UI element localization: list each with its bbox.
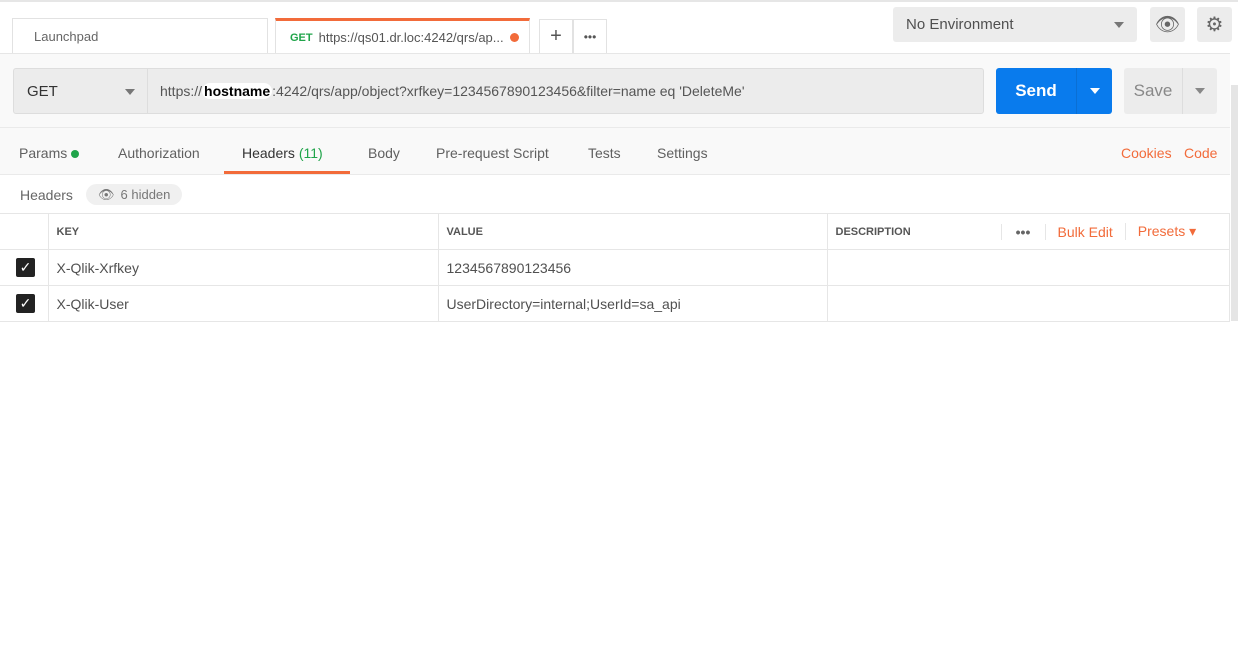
checkmark-icon: ✓ [16, 294, 35, 313]
more-icon: ••• [583, 29, 597, 44]
table-row: ✓ X-Qlik-User UserDirectory=internal;Use… [0, 285, 1230, 322]
tab-launchpad[interactable]: Launchpad [12, 18, 268, 54]
new-tab-button[interactable]: + [539, 19, 573, 54]
row-checkbox[interactable]: ✓ [0, 285, 49, 322]
url-prefix: https:// [160, 83, 203, 99]
gear-icon: ⚙ [1205, 14, 1224, 36]
tab-label: Params [19, 145, 68, 161]
presets-dropdown[interactable]: Presets ▾ [1124, 223, 1197, 240]
tab-body[interactable]: Body [368, 145, 400, 161]
hidden-headers-toggle[interactable]: 👁 6 hidden [86, 184, 183, 205]
table-header-row: KEY VALUE DESCRIPTION ••• Bulk Edit Pres… [0, 213, 1230, 250]
save-options-button[interactable] [1182, 68, 1217, 114]
presets-label: Presets [1137, 223, 1186, 239]
plus-icon: + [550, 25, 562, 47]
column-description-label: DESCRIPTION [835, 225, 911, 238]
method-select[interactable]: GET [13, 68, 148, 114]
column-key: KEY [47, 213, 439, 250]
checkmark-icon: ✓ [16, 258, 35, 277]
eye-icon: 👁 [1154, 14, 1181, 36]
table-row: ✓ X-Qlik-Xrfkey 1234567890123456 [0, 249, 1230, 286]
header-key[interactable]: X-Qlik-Xrfkey [47, 249, 439, 286]
tab-params[interactable]: Params [19, 145, 80, 161]
bulk-edit-button[interactable]: Bulk Edit [1044, 223, 1125, 240]
send-options-button[interactable] [1076, 68, 1112, 114]
scrollbar[interactable] [1231, 85, 1238, 321]
url-rest: :4242/qrs/app/object?xrfkey=123456789012… [272, 83, 745, 99]
headers-title: Headers [20, 187, 73, 203]
tab-settings[interactable]: Settings [657, 145, 708, 161]
cookies-link[interactable]: Cookies [1121, 145, 1172, 161]
active-tab-indicator [224, 171, 350, 174]
row-checkbox[interactable]: ✓ [0, 249, 49, 286]
column-value: VALUE [437, 213, 828, 250]
request-panel: GET https://hostname:4242/qrs/app/object… [0, 53, 1230, 322]
checkbox-column [0, 213, 49, 250]
url-host: hostname [202, 83, 273, 99]
headers-table: KEY VALUE DESCRIPTION ••• Bulk Edit Pres… [0, 213, 1230, 322]
tab-label: https://qs01.dr.loc:4242/qrs/ap... [318, 30, 504, 45]
tab-headers[interactable]: Headers (11) [242, 145, 323, 161]
tab-label: Launchpad [34, 29, 99, 44]
tab-method: GET [290, 31, 313, 44]
more-options-button[interactable]: ••• [1000, 223, 1045, 240]
send-button[interactable]: Send [996, 68, 1112, 114]
code-link[interactable]: Code [1184, 145, 1217, 161]
tab-request[interactable]: GET https://qs01.dr.loc:4242/qrs/ap... [275, 18, 530, 54]
chevron-down-icon [1114, 22, 1124, 28]
chevron-down-icon [1090, 88, 1100, 94]
tab-tests[interactable]: Tests [588, 145, 621, 161]
unsaved-dot-icon [509, 33, 519, 42]
header-key[interactable]: X-Qlik-User [47, 285, 439, 322]
headers-count: (11) [298, 145, 323, 161]
save-button[interactable]: Save [1124, 68, 1217, 114]
chevron-down-icon [1195, 88, 1205, 94]
params-dot-icon [71, 150, 80, 158]
header-value[interactable]: UserDirectory=internal;UserId=sa_api [437, 285, 828, 322]
url-input[interactable]: https://hostname:4242/qrs/app/object?xrf… [147, 68, 984, 114]
send-label: Send [1015, 81, 1057, 100]
chevron-down-icon [125, 89, 135, 95]
headers-section-header: Headers 👁 6 hidden [0, 175, 1230, 213]
request-tabs: Params Authorization Headers (11) Body P… [0, 128, 1230, 175]
method-label: GET [27, 82, 58, 100]
header-value[interactable]: 1234567890123456 [437, 249, 828, 286]
environment-quick-look-button[interactable]: 👁 [1150, 7, 1185, 42]
top-bar: Launchpad GET https://qs01.dr.loc:4242/qr… [0, 0, 1238, 54]
tab-pre-request-script[interactable]: Pre-request Script [436, 145, 549, 161]
header-description[interactable] [826, 285, 1230, 322]
environment-label: No Environment [906, 16, 1014, 33]
chevron-down-icon: ▾ [1189, 223, 1197, 239]
settings-button[interactable]: ⚙ [1197, 7, 1232, 42]
environment-select[interactable]: No Environment [893, 7, 1137, 42]
tab-authorization[interactable]: Authorization [118, 145, 200, 161]
save-label: Save [1133, 81, 1173, 100]
tab-label: Headers [242, 145, 295, 161]
eye-icon: 👁 [98, 186, 115, 202]
column-description: DESCRIPTION ••• Bulk Edit Presets ▾ [826, 213, 1230, 250]
request-bar: GET https://hostname:4242/qrs/app/object… [0, 54, 1230, 128]
header-description[interactable] [826, 249, 1230, 286]
hidden-count: 6 hidden [120, 187, 171, 202]
tab-more-button[interactable]: ••• [573, 19, 607, 54]
